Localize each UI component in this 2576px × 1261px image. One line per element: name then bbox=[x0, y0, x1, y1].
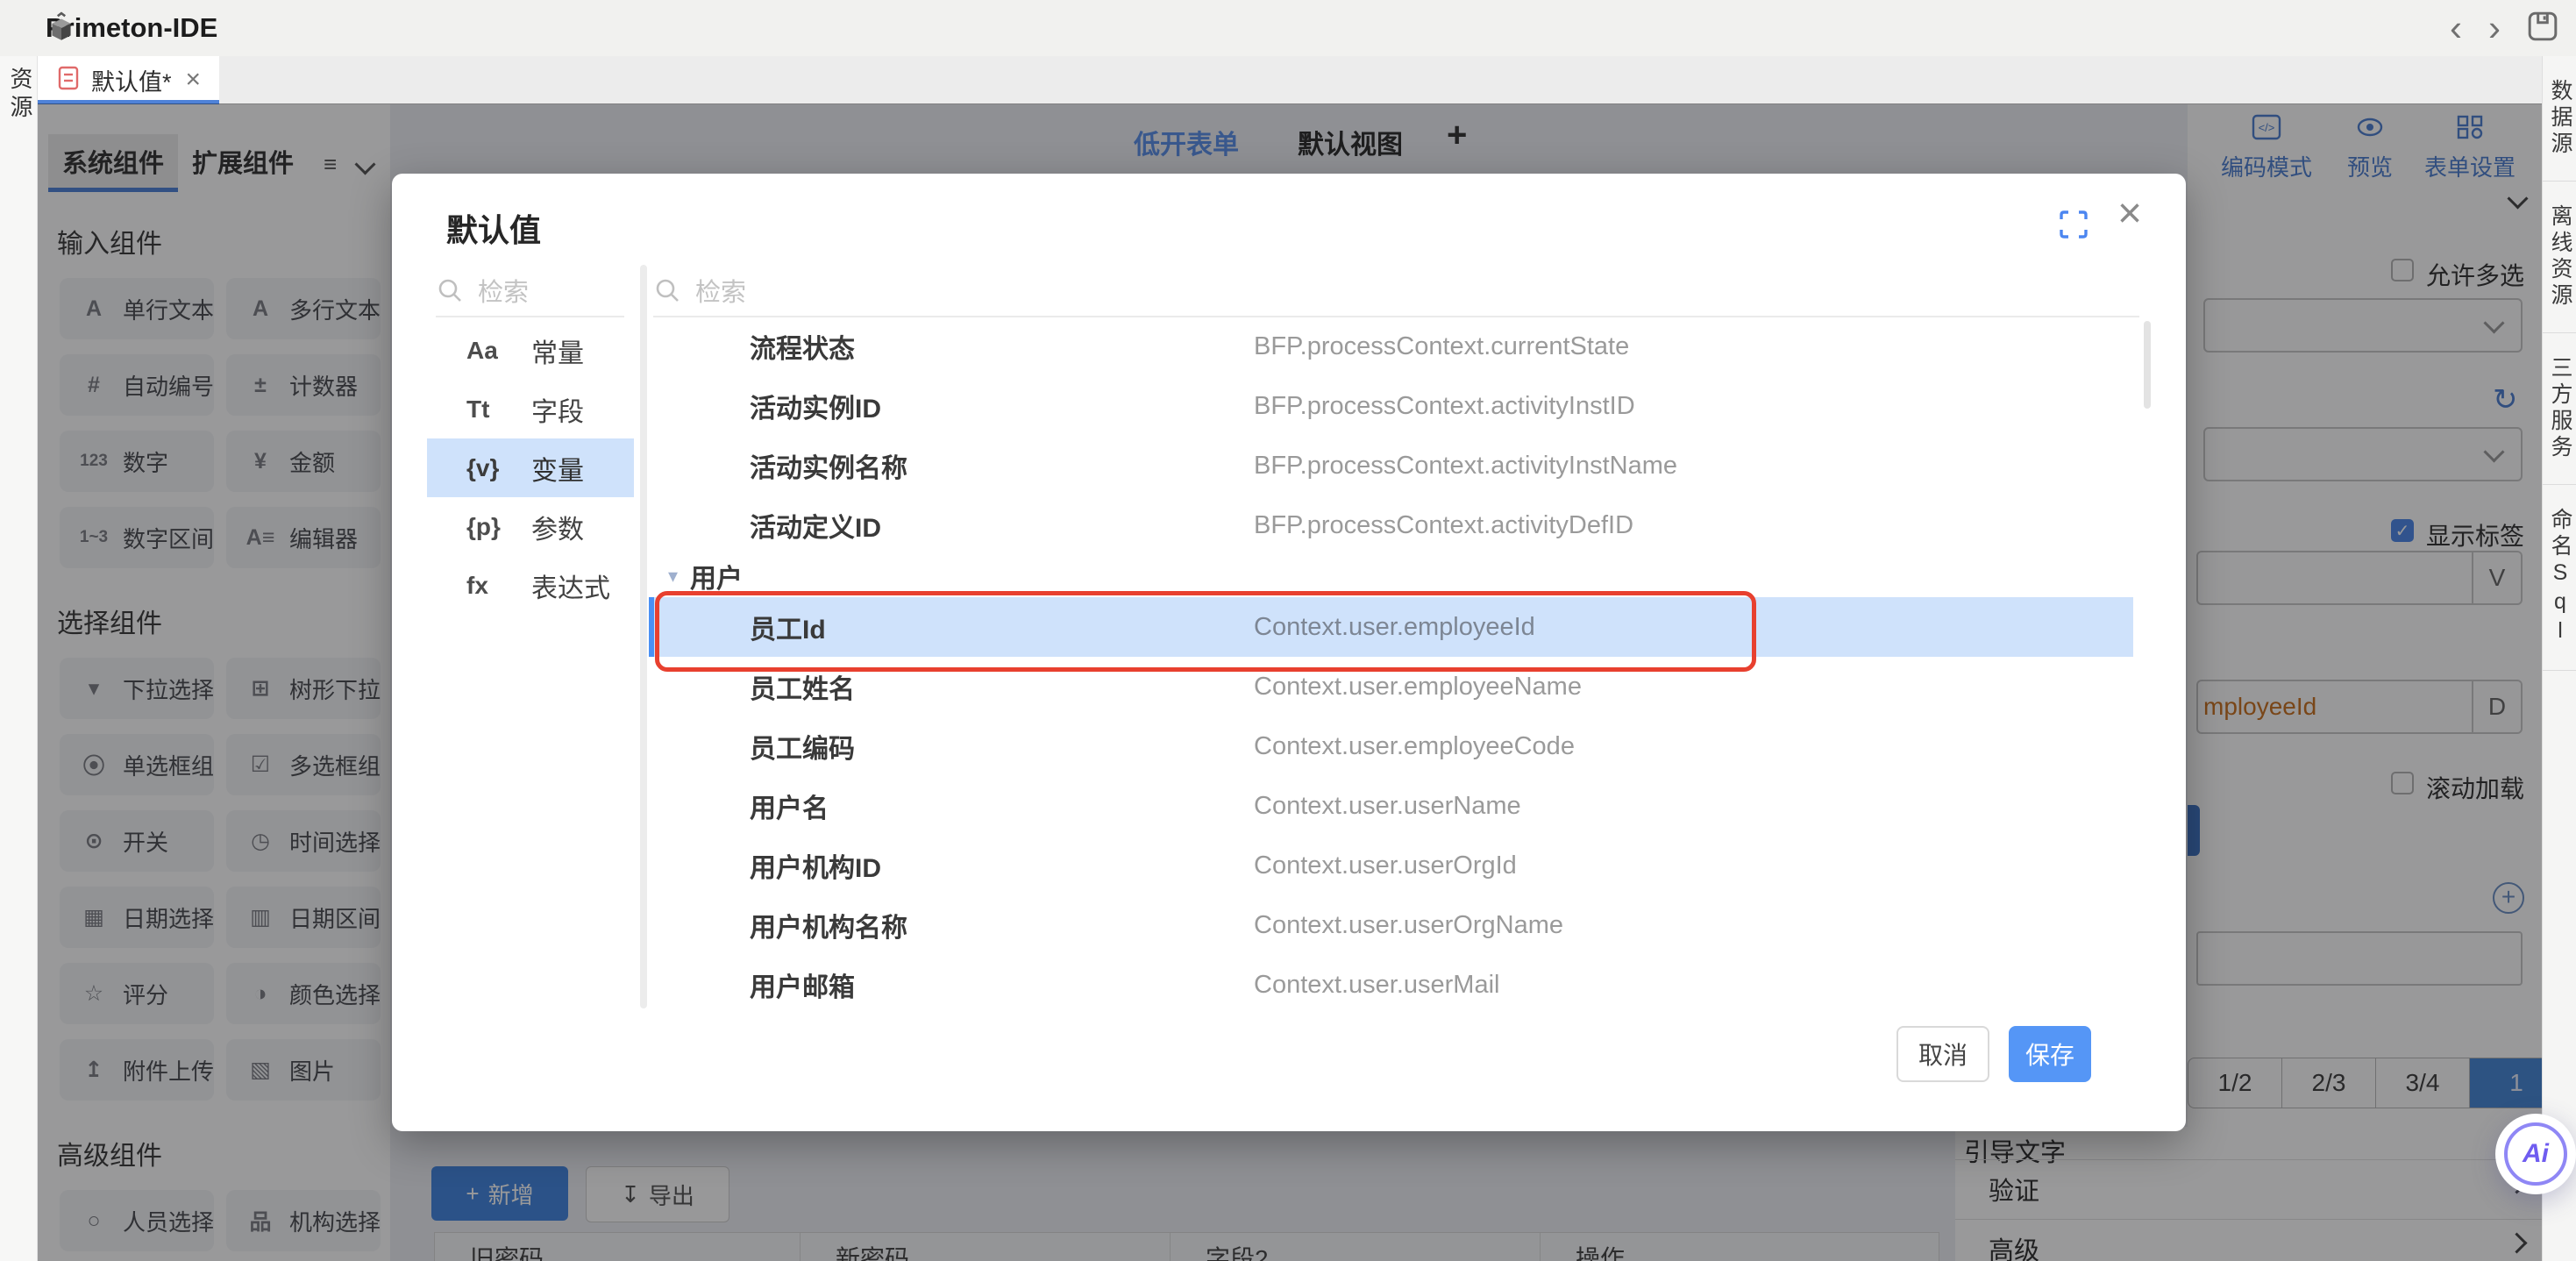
right-rail: 数据源 离线资源 三方服务 命名Sql bbox=[2542, 56, 2576, 1261]
list-scrollbar-thumb[interactable] bbox=[2144, 321, 2151, 409]
variable-row[interactable]: 员工姓名 Context.user.employeeName bbox=[649, 657, 2139, 716]
dialog-close-icon[interactable]: × bbox=[2117, 193, 2142, 235]
fullscreen-expand-icon[interactable] bbox=[2058, 209, 2089, 245]
group-collapse-triangle-icon[interactable]: ▾ bbox=[668, 565, 678, 588]
variable-row[interactable]: 活动实例ID BFP.processContext.activityInstID bbox=[649, 376, 2139, 436]
dialog-title: 默认值 bbox=[446, 205, 541, 251]
rail-tab-named-sql[interactable]: 命名Sql bbox=[2543, 485, 2576, 671]
variable-row[interactable]: 用户名 Context.user.userName bbox=[649, 776, 2139, 836]
category-expression[interactable]: fx 表达式 bbox=[427, 556, 634, 615]
form-doc-icon bbox=[58, 66, 79, 95]
variable-group-user[interactable]: ▾ 用户 bbox=[649, 555, 2139, 597]
category-list: Aa 常量 Tt 字段 {v} 变量 {p} 参数 fx 表达式 bbox=[427, 321, 634, 615]
variable-row[interactable]: 活动定义ID BFP.processContext.activityDefID bbox=[649, 495, 2139, 555]
rail-tab-offline-resource[interactable]: 离线资源 bbox=[2543, 182, 2576, 333]
app-logo-icon bbox=[46, 11, 77, 49]
rail-tab-datasource[interactable]: 数据源 bbox=[2543, 56, 2576, 182]
variable-row[interactable]: 流程状态 BFP.processContext.currentState bbox=[649, 317, 2139, 376]
default-value-dialog: 默认值 × 检索 Aa 常量 Tt 字段 bbox=[392, 174, 2186, 1131]
titlebar: Primeton-IDE ‹ › bbox=[0, 0, 2576, 57]
search-icon bbox=[438, 278, 462, 303]
variable-row[interactable]: 用户机构ID Context.user.userOrgId bbox=[649, 836, 2139, 895]
tab-close-icon[interactable]: × bbox=[186, 65, 202, 95]
search-placeholder: 检索 bbox=[695, 272, 746, 309]
category-parameter[interactable]: {p} 参数 bbox=[427, 497, 634, 556]
ai-logo-icon: Ai bbox=[2504, 1122, 2567, 1186]
rail-tab-thirdparty-service[interactable]: 三方服务 bbox=[2543, 333, 2576, 485]
variable-list: 流程状态 BFP.processContext.currentState 活动实… bbox=[649, 317, 2139, 1008]
search-icon bbox=[655, 278, 680, 303]
category-constant[interactable]: Aa 常量 bbox=[427, 321, 634, 380]
variable-row[interactable]: 用户邮箱 Context.user.userMail bbox=[649, 955, 2139, 1008]
category-variable-selected[interactable]: {v} 变量 bbox=[427, 438, 634, 497]
nav-forward-icon[interactable]: › bbox=[2488, 10, 2501, 46]
tab-default-value[interactable]: 默认值* × bbox=[37, 56, 219, 103]
editor-tabstrip: 默认值* × bbox=[37, 56, 2543, 104]
nav-back-icon[interactable]: ‹ bbox=[2450, 10, 2462, 46]
app-root: Primeton-IDE ‹ › 默认值* bbox=[0, 0, 2576, 1261]
variable-search-input[interactable]: 检索 bbox=[655, 272, 746, 309]
left-rail: 资源 bbox=[0, 56, 38, 1261]
cancel-button[interactable]: 取消 bbox=[1896, 1026, 1989, 1082]
category-field[interactable]: Tt 字段 bbox=[427, 380, 634, 438]
category-search-input[interactable]: 检索 bbox=[438, 272, 529, 309]
search-placeholder: 检索 bbox=[478, 272, 529, 309]
save-file-icon[interactable] bbox=[2527, 11, 2558, 46]
variable-row[interactable]: 员工编码 Context.user.employeeCode bbox=[649, 716, 2139, 776]
save-button[interactable]: 保存 bbox=[2009, 1026, 2091, 1082]
rail-tab-resources[interactable]: 资源 bbox=[0, 67, 37, 123]
variable-row[interactable]: 用户机构名称 Context.user.userOrgName bbox=[649, 895, 2139, 955]
ai-assistant-button[interactable]: Ai bbox=[2495, 1114, 2576, 1194]
variable-row[interactable]: 活动实例名称 BFP.processContext.activityInstNa… bbox=[649, 436, 2139, 495]
tab-label: 默认值* bbox=[91, 63, 172, 97]
variable-row-selected-employee-id[interactable]: 员工Id Context.user.employeeId bbox=[649, 597, 2133, 657]
